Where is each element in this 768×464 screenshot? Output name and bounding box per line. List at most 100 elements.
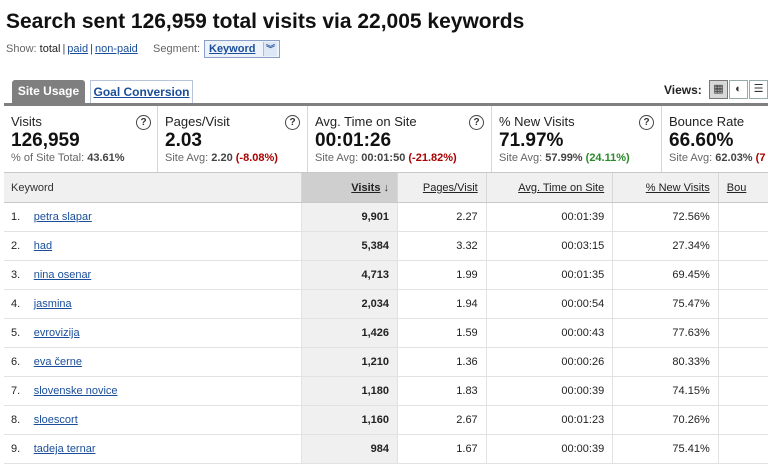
metric-bounce-rate: Bounce Rate 66.60% Site Avg: 62.03% (7 [662, 106, 768, 172]
row-number: 6. [4, 347, 34, 377]
new-visits-cell: 69.45% [612, 260, 719, 290]
table-row: 3. nina osenar 4,713 1.99 00:01:35 69.45% [4, 260, 768, 290]
avg-time-cell: 00:00:54 [485, 289, 613, 319]
page-title: Search sent 126,959 total visits via 22,… [6, 10, 525, 33]
bounce-rate-cell [717, 289, 768, 319]
column-header-visits[interactable]: Visits ↓ [300, 173, 398, 203]
column-header-avg-time[interactable]: Avg. Time on Site [485, 173, 613, 203]
keyword-link[interactable]: eva černe [34, 356, 82, 368]
metric-visits: Visits 126,959 % of Site Total: 43.61% ? [4, 106, 158, 172]
metric-sub: Site Avg: 62.03% (7 [669, 152, 766, 164]
tab-goal-conversion[interactable]: Goal Conversion [90, 80, 193, 103]
metric-value: 2.03 [165, 130, 202, 151]
keyword-cell: had [33, 231, 302, 261]
chevron-down-icon: ︾ [263, 42, 277, 56]
help-icon[interactable]: ? [639, 115, 654, 130]
show-paid-link[interactable]: paid [67, 43, 88, 55]
new-visits-cell: 27.34% [612, 231, 719, 261]
metric-sub: Site Avg: 57.99% (24.11%) [499, 152, 630, 164]
new-visits-cell: 77.63% [612, 318, 719, 348]
metric-value: 126,959 [11, 130, 80, 151]
avg-time-cell: 00:03:15 [485, 231, 613, 261]
keyword-link[interactable]: jasmina [34, 298, 72, 310]
table-row: 4. jasmina 2,034 1.94 00:00:54 75.47% [4, 289, 768, 319]
metric-pages-visit: Pages/Visit 2.03 Site Avg: 2.20 (-8.08%)… [158, 106, 308, 172]
pages-visit-cell: 1.83 [397, 376, 487, 406]
segment-label: Segment: [153, 43, 201, 55]
metric-label: Bounce Rate [669, 114, 745, 129]
visits-cell: 1,210 [300, 347, 398, 377]
bounce-rate-cell [717, 405, 768, 435]
keyword-link[interactable]: evrovizija [34, 327, 80, 339]
row-number: 5. [4, 318, 34, 348]
row-number: 2. [4, 231, 34, 261]
table-header-row: Keyword Visits ↓ Pages/Visit Avg. Time o… [4, 173, 768, 203]
metric-avg-time: Avg. Time on Site 00:01:26 Site Avg: 00:… [308, 106, 492, 172]
bounce-rate-cell [717, 347, 768, 377]
keyword-link[interactable]: tadeja ternar [34, 443, 96, 455]
column-header-bounce-rate[interactable]: Bou [717, 173, 768, 203]
bounce-rate-cell [717, 202, 768, 232]
visits-cell: 2,034 [300, 289, 398, 319]
show-filter: Show: total | paid | non-paid [6, 43, 138, 55]
pages-visit-cell: 2.27 [397, 202, 487, 232]
tab-site-usage[interactable]: Site Usage [12, 80, 85, 103]
column-header-pages-visit[interactable]: Pages/Visit [397, 173, 487, 203]
table-row: 1. petra slapar 9,901 2.27 00:01:39 72.56% [4, 202, 768, 232]
table-row: 7. slovenske novice 1,180 1.83 00:00:39 74.15… [4, 376, 768, 406]
avg-time-cell: 00:00:43 [485, 318, 613, 348]
help-icon[interactable]: ? [136, 115, 151, 130]
bounce-rate-cell [717, 318, 768, 348]
table-row: 9. tadeja ternar 984 1.67 00:00:39 75.41% [4, 434, 768, 464]
bounce-rate-cell [717, 376, 768, 406]
table-row: 2. had 5,384 3.32 00:03:15 27.34% [4, 231, 768, 261]
column-header-new-visits[interactable]: % New Visits [612, 173, 719, 203]
bounce-rate-cell [717, 260, 768, 290]
keyword-cell: nina osenar [33, 260, 302, 290]
row-number: 3. [4, 260, 34, 290]
avg-time-cell: 00:01:39 [485, 202, 613, 232]
help-icon[interactable]: ? [469, 115, 484, 130]
bar-view-icon[interactable]: ☰ [749, 80, 768, 99]
keyword-table: Keyword Visits ↓ Pages/Visit Avg. Time o… [4, 173, 768, 464]
keyword-link[interactable]: had [34, 240, 52, 252]
metric-sub: Site Avg: 2.20 (-8.08%) [165, 152, 278, 164]
keyword-link[interactable]: nina osenar [34, 269, 92, 281]
help-icon[interactable]: ? [285, 115, 300, 130]
sort-arrow-icon: ↓ [383, 181, 390, 194]
pages-visit-cell: 1.36 [397, 347, 487, 377]
column-header-keyword: Keyword [4, 173, 302, 203]
pages-visit-cell: 1.59 [397, 318, 487, 348]
pie-view-icon[interactable]: ◐ [729, 80, 748, 99]
table-row: 8. sloescort 1,160 2.67 00:01:23 70.26% [4, 405, 768, 435]
metric-sub: Site Avg: 00:01:50 (-21.82%) [315, 152, 457, 164]
visits-cell: 1,160 [300, 405, 398, 435]
metric-new-visits: % New Visits 71.97% Site Avg: 57.99% (24… [492, 106, 662, 172]
avg-time-cell: 00:00:39 [485, 434, 613, 464]
show-label: Show: [6, 43, 37, 55]
keyword-cell: slovenske novice [33, 376, 302, 406]
avg-time-cell: 00:00:39 [485, 376, 613, 406]
keyword-cell: petra slapar [33, 202, 302, 232]
row-number: 8. [4, 405, 34, 435]
new-visits-cell: 72.56% [612, 202, 719, 232]
new-visits-cell: 75.47% [612, 289, 719, 319]
show-total-option[interactable]: total [40, 43, 61, 55]
pages-visit-cell: 3.32 [397, 231, 487, 261]
avg-time-cell: 00:01:23 [485, 405, 613, 435]
metric-value: 66.60% [669, 130, 734, 151]
segment-dropdown[interactable]: Keyword ︾ [204, 40, 280, 58]
visits-cell: 984 [300, 434, 398, 464]
table-view-icon[interactable]: ▦ [709, 80, 728, 99]
visits-cell: 5,384 [300, 231, 398, 261]
keyword-link[interactable]: sloescort [34, 414, 78, 426]
views-label: Views: [664, 83, 702, 97]
keyword-cell: sloescort [33, 405, 302, 435]
bounce-rate-cell [717, 434, 768, 464]
keyword-link[interactable]: slovenske novice [34, 385, 118, 397]
show-separator: | [90, 43, 93, 55]
keyword-link[interactable]: petra slapar [34, 211, 92, 223]
metric-label: Avg. Time on Site [315, 114, 417, 129]
tab-goal-conversion-label: Goal Conversion [93, 85, 190, 99]
show-non-paid-link[interactable]: non-paid [95, 43, 138, 55]
